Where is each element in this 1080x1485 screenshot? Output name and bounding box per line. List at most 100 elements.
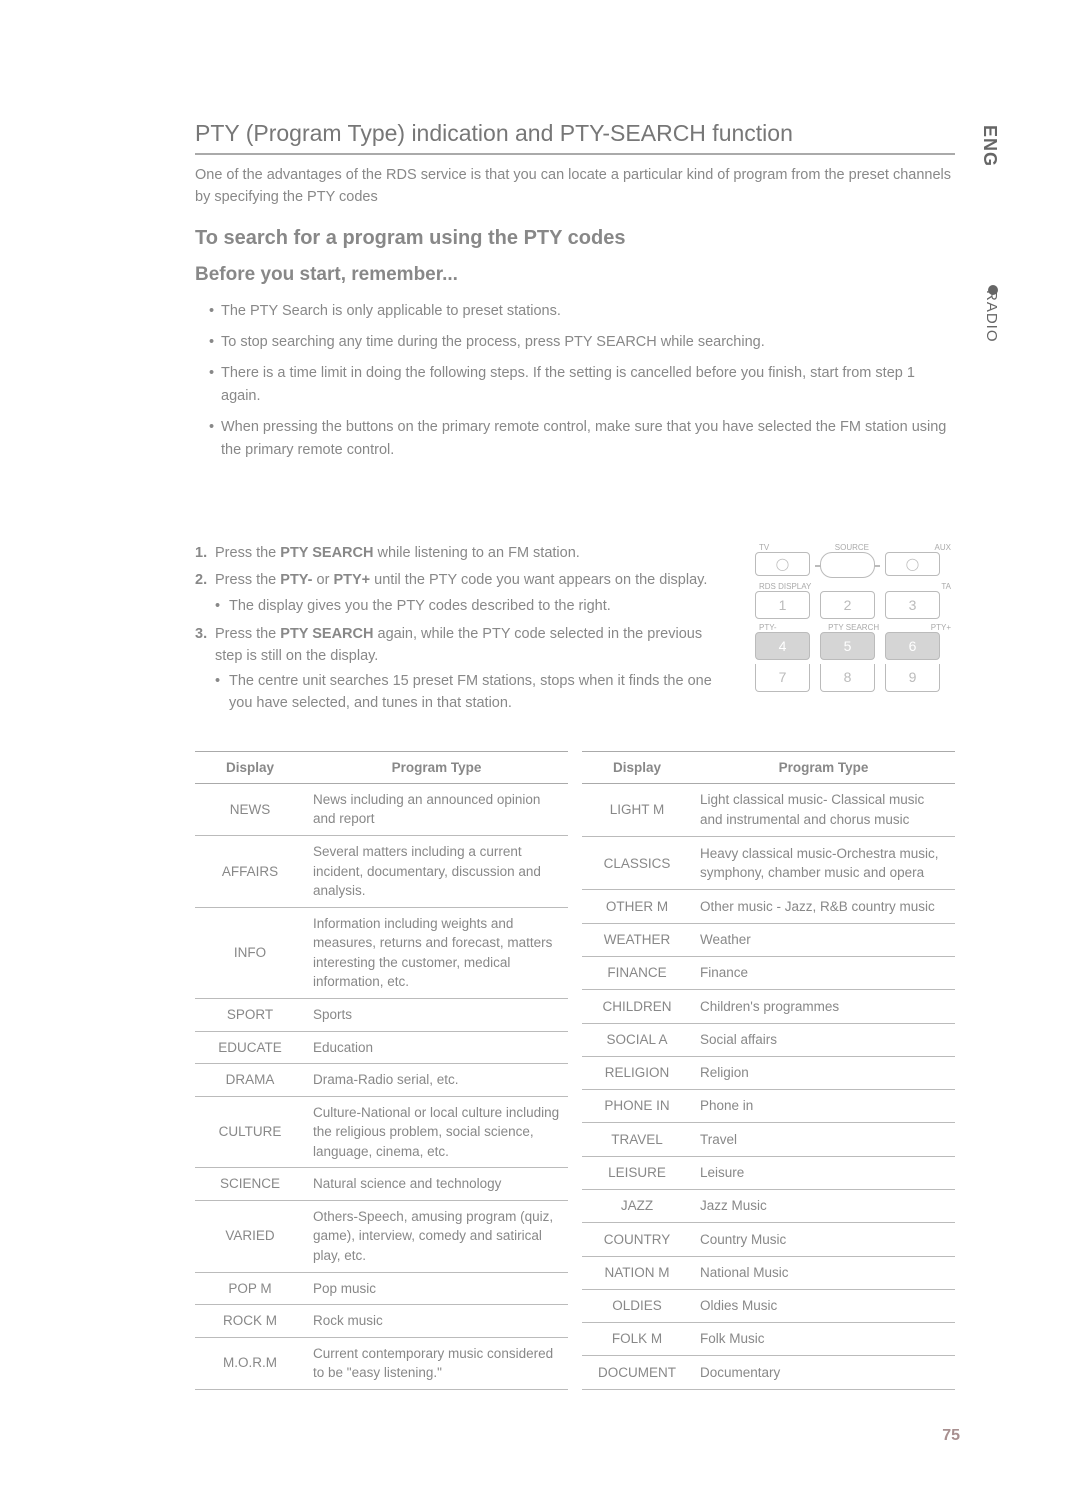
pty-code: VARIED xyxy=(195,1200,305,1272)
table-row: SPORTSports xyxy=(195,998,568,1031)
remote-label: TV xyxy=(759,543,769,552)
pty-desc: Light classical music- Classical music a… xyxy=(692,783,955,836)
pty-desc: Religion xyxy=(692,1056,955,1089)
pty-desc: Social affairs xyxy=(692,1023,955,1056)
table-header-display: Display xyxy=(195,751,305,783)
table-row: M.O.R.MCurrent contemporary music consid… xyxy=(195,1337,568,1389)
pty-desc: Folk Music xyxy=(692,1323,955,1356)
step-2: Press the PTY- or PTY+ until the PTY cod… xyxy=(195,570,725,618)
pty-code: POP M xyxy=(195,1272,305,1305)
text: or xyxy=(313,572,334,588)
remote-label: PTY- xyxy=(759,623,777,632)
sub-bullet: The centre unit searches 15 preset FM st… xyxy=(215,671,725,715)
table-row: OTHER MOther music - Jazz, R&B country m… xyxy=(582,890,955,923)
pty-desc: National Music xyxy=(692,1256,955,1289)
text: Press the xyxy=(215,545,280,561)
table-row: ROCK MRock music xyxy=(195,1305,568,1338)
remote-label: AUX xyxy=(935,543,951,552)
remote-key-7: 7 xyxy=(755,664,810,692)
remote-key-3: 3 xyxy=(885,591,940,619)
side-lang-tab: ENG xyxy=(979,125,1000,167)
remote-key-5: 5 xyxy=(820,632,875,660)
remote-key-9: 9 xyxy=(885,664,940,692)
table-row: RELIGIONReligion xyxy=(582,1056,955,1089)
list-item: There is a time limit in doing the follo… xyxy=(209,362,955,408)
pty-code: NEWS xyxy=(195,783,305,835)
pty-desc: Sports xyxy=(305,998,568,1031)
text: Press the xyxy=(215,572,280,588)
remote-label: PTY+ xyxy=(931,623,951,632)
pty-desc: Culture-National or local culture includ… xyxy=(305,1096,568,1168)
bold-text: PTY SEARCH xyxy=(280,545,373,561)
pty-code: CHILDREN xyxy=(582,990,692,1023)
remote-label: TA xyxy=(941,582,951,591)
pty-code: TRAVEL xyxy=(582,1123,692,1156)
pty-desc: Phone in xyxy=(692,1090,955,1123)
step-3: Press the PTY SEARCH again, while the PT… xyxy=(195,624,725,715)
pty-desc: Other music - Jazz, R&B country music xyxy=(692,890,955,923)
table-row: JAZZJazz Music xyxy=(582,1189,955,1222)
bold-text: PTY- xyxy=(280,572,312,588)
bold-text: PTY SEARCH xyxy=(280,626,373,642)
pty-code: SCIENCE xyxy=(195,1168,305,1201)
pty-tables: Display Program Type NEWSNews including … xyxy=(195,751,955,1390)
remote-key-tv: ◯ xyxy=(755,552,810,576)
remote-key-1: 1 xyxy=(755,591,810,619)
table-row: FINANCEFinance xyxy=(582,957,955,990)
pty-desc: Finance xyxy=(692,957,955,990)
remote-key-source xyxy=(820,552,875,578)
remote-key-6: 6 xyxy=(885,632,940,660)
pty-desc: Weather xyxy=(692,923,955,956)
pty-code: CULTURE xyxy=(195,1096,305,1168)
pty-desc: Education xyxy=(305,1031,568,1064)
remote-key-2: 2 xyxy=(820,591,875,619)
table-row: LEISURELeisure xyxy=(582,1156,955,1189)
table-row: WEATHERWeather xyxy=(582,923,955,956)
table-header-display: Display xyxy=(582,751,692,783)
text: while listening to an FM station. xyxy=(373,545,579,561)
pty-desc: Leisure xyxy=(692,1156,955,1189)
sub-bullet: The display gives you the PTY codes desc… xyxy=(215,596,725,618)
remote-key-8: 8 xyxy=(820,664,875,692)
pty-desc: Travel xyxy=(692,1123,955,1156)
pty-code: FOLK M xyxy=(582,1323,692,1356)
table-row: NEWSNews including an announced opinion … xyxy=(195,783,568,835)
pty-desc: Heavy classical music-Orchestra music, s… xyxy=(692,837,955,890)
pty-code: PHONE IN xyxy=(582,1090,692,1123)
pty-code: DRAMA xyxy=(195,1064,305,1097)
pty-code: CLASSICS xyxy=(582,837,692,890)
side-section-tab: RADIO xyxy=(983,290,1000,343)
page-title: PTY (Program Type) indication and PTY-SE… xyxy=(195,120,955,155)
table-body-left: NEWSNews including an announced opinion … xyxy=(195,783,568,1389)
pty-code: JAZZ xyxy=(582,1189,692,1222)
table-row: OLDIESOldies Music xyxy=(582,1289,955,1322)
table-row: SCIENCENatural science and technology xyxy=(195,1168,568,1201)
remote-diagram: TV SOURCE AUX ◯ ◯ RDS DISPLAY TA 1 2 3 P… xyxy=(755,543,955,721)
table-row: AFFAIRSSeveral matters including a curre… xyxy=(195,836,568,908)
pty-desc: Others-Speech, amusing program (quiz, ga… xyxy=(305,1200,568,1272)
pty-desc: Jazz Music xyxy=(692,1189,955,1222)
heading-before: Before you start, remember... xyxy=(195,264,955,286)
table-body-right: LIGHT MLight classical music- Classical … xyxy=(582,783,955,1389)
pty-code: RELIGION xyxy=(582,1056,692,1089)
pty-code: COUNTRY xyxy=(582,1223,692,1256)
pty-desc: Drama-Radio serial, etc. xyxy=(305,1064,568,1097)
pty-code: EDUCATE xyxy=(195,1031,305,1064)
table-row: CLASSICSHeavy classical music-Orchestra … xyxy=(582,837,955,890)
pty-desc: Natural science and technology xyxy=(305,1168,568,1201)
table-header-type: Program Type xyxy=(305,751,568,783)
pty-code: LIGHT M xyxy=(582,783,692,836)
pty-desc: Children's programmes xyxy=(692,990,955,1023)
intro-text: One of the advantages of the RDS service… xyxy=(195,165,955,209)
remote-label: RDS DISPLAY xyxy=(759,582,811,591)
table-row: CULTURECulture-National or local culture… xyxy=(195,1096,568,1168)
remote-label: SOURCE xyxy=(835,543,869,552)
pty-code: AFFAIRS xyxy=(195,836,305,908)
pty-code: SOCIAL A xyxy=(582,1023,692,1056)
heading-search: To search for a program using the PTY co… xyxy=(195,227,955,250)
list-item: When pressing the buttons on the primary… xyxy=(209,416,955,462)
pty-table-left: Display Program Type NEWSNews including … xyxy=(195,751,568,1390)
page-number: 75 xyxy=(942,1427,960,1445)
table-row: DRAMADrama-Radio serial, etc. xyxy=(195,1064,568,1097)
pty-code: NATION M xyxy=(582,1256,692,1289)
